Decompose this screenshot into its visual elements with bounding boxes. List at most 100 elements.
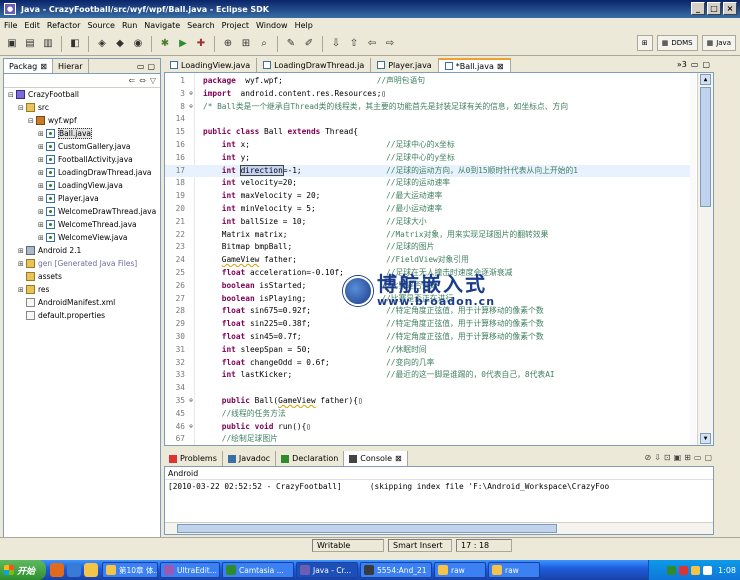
menu-window[interactable]: Window xyxy=(256,21,288,30)
tree-item[interactable]: ⊟ CrazyFootball xyxy=(4,88,160,101)
tree-item[interactable]: ⊞ WelcomeThread.java xyxy=(4,218,160,231)
editor-vertical-scrollbar[interactable]: ▲ ▼ xyxy=(697,73,713,445)
taskbar-task[interactable]: UltraEdit... xyxy=(160,562,220,578)
perspective-ddms[interactable]: ▦ DDMS xyxy=(656,35,698,51)
close-icon[interactable]: ⊠ xyxy=(40,62,47,71)
display-console-icon[interactable]: ▣ xyxy=(674,453,682,462)
expand-toggle-icon[interactable]: ⊞ xyxy=(18,247,26,255)
maximize-view-icon[interactable]: ▢ xyxy=(147,62,155,71)
taskbar-task[interactable]: 5554:And_21 xyxy=(360,562,432,578)
maximize-editor-icon[interactable]: ▢ xyxy=(702,60,710,69)
link-editor-icon[interactable]: ⇔ xyxy=(139,76,146,85)
expand-toggle-icon[interactable]: ⊞ xyxy=(38,221,46,229)
taskbar-task[interactable]: raw xyxy=(488,562,540,578)
start-button[interactable]: 开始 xyxy=(0,560,46,580)
menu-file[interactable]: File xyxy=(4,21,17,30)
console-scroll-thumb[interactable] xyxy=(177,524,557,533)
back-icon[interactable]: ⇦ xyxy=(364,36,380,52)
editor-overflow[interactable]: »3 xyxy=(677,60,687,69)
menu-run[interactable]: Run xyxy=(122,21,137,30)
debug-icon[interactable]: ✱ xyxy=(157,36,173,52)
next-annotation-icon[interactable]: ⇩ xyxy=(328,36,344,52)
expand-toggle-icon[interactable]: ⊞ xyxy=(38,182,46,190)
tree-item[interactable]: ⊞ Android 2.1 xyxy=(4,244,160,257)
external-tools-icon[interactable]: ✚ xyxy=(193,36,209,52)
tray-icon-3[interactable] xyxy=(691,565,701,575)
scroll-down-arrow-icon[interactable]: ▼ xyxy=(700,433,711,444)
code-editor[interactable]: 1 package wyf.wpf; //声明包语句 3 ⊕ import androi… xyxy=(164,73,714,446)
menu-edit[interactable]: Edit xyxy=(24,21,40,30)
tab-console[interactable]: Console ⊠ xyxy=(344,451,408,466)
mark-occurrences-icon[interactable]: ✐ xyxy=(301,36,317,52)
tree-item[interactable]: assets xyxy=(4,270,160,283)
minimize-view-icon[interactable]: ▭ xyxy=(137,62,145,71)
fold-toggle-icon[interactable]: ⊕ xyxy=(185,421,197,434)
tree-item[interactable]: ⊞ WelcomeView.java xyxy=(4,231,160,244)
taskbar-task[interactable]: 第10章 体... xyxy=(102,562,158,578)
ie-icon[interactable] xyxy=(67,563,81,577)
run-icon[interactable]: ▶ xyxy=(175,36,191,52)
forward-icon[interactable]: ⇨ xyxy=(382,36,398,52)
taskbar-task[interactable]: Java - Cr... xyxy=(296,562,358,578)
tree-item[interactable]: ⊞ LoadingDrawThread.java xyxy=(4,166,160,179)
menu-project[interactable]: Project xyxy=(222,21,249,30)
editor-tab[interactable]: LoadingDrawThread.ja xyxy=(257,58,372,72)
tab-package-explorer[interactable]: Packag ⊠ xyxy=(4,59,53,73)
open-task-icon[interactable]: ✎ xyxy=(283,36,299,52)
new-java-class-icon[interactable]: ⊕ xyxy=(220,36,236,52)
tree-item[interactable]: ⊞ FootballActivity.java xyxy=(4,153,160,166)
tree-item[interactable]: ⊞ gen [Generated Java Files] xyxy=(4,257,160,270)
scroll-thumb[interactable] xyxy=(700,87,711,207)
expand-toggle-icon[interactable]: ⊟ xyxy=(8,91,16,99)
minimize-button[interactable]: _ xyxy=(691,2,705,15)
search-icon[interactable]: ⌕ xyxy=(256,36,272,52)
expand-toggle-icon[interactable]: ⊞ xyxy=(38,195,46,203)
menu-help[interactable]: Help xyxy=(295,21,313,30)
new-package-icon[interactable]: ◆ xyxy=(112,36,128,52)
console-horizontal-scrollbar[interactable] xyxy=(165,522,713,534)
tree-item[interactable]: AndroidManifest.xml xyxy=(4,296,160,309)
view-menu-icon[interactable]: ▽ xyxy=(150,76,156,85)
tree-item[interactable]: ⊞ Ball.java xyxy=(4,127,160,140)
new-java-project-icon[interactable]: ◈ xyxy=(94,36,110,52)
expand-toggle-icon[interactable]: ⊞ xyxy=(18,286,26,294)
editor-tab[interactable]: *Ball.java ⊠ xyxy=(438,58,511,72)
expand-toggle-icon[interactable]: ⊟ xyxy=(28,117,36,125)
tree-item[interactable]: ⊞ LoadingView.java xyxy=(4,179,160,192)
tab-declaration[interactable]: Declaration xyxy=(276,451,345,466)
clear-console-icon[interactable]: ⊘ xyxy=(645,453,652,462)
folder-icon[interactable] xyxy=(84,563,98,577)
maximize-panel-icon[interactable]: ▢ xyxy=(704,453,712,462)
new-icon[interactable]: ▣ xyxy=(4,36,20,52)
expand-toggle-icon[interactable]: ⊞ xyxy=(38,156,46,164)
new-class-icon[interactable]: ◉ xyxy=(130,36,146,52)
open-type-icon[interactable]: ⊞ xyxy=(238,36,254,52)
tab-javadoc[interactable]: Javadoc xyxy=(223,451,277,466)
expand-toggle-icon[interactable]: ⊞ xyxy=(38,130,46,138)
pin-console-icon[interactable]: ⊡ xyxy=(664,453,671,462)
expand-toggle-icon[interactable]: ⊞ xyxy=(18,260,26,268)
save-icon[interactable]: ▤ xyxy=(22,36,38,52)
tree-item[interactable]: ⊟ src xyxy=(4,101,160,114)
tree-item[interactable]: ⊞ CustomGallery.java xyxy=(4,140,160,153)
tree-item[interactable]: ⊟ wyf.wpf xyxy=(4,114,160,127)
previous-annotation-icon[interactable]: ⇧ xyxy=(346,36,362,52)
close-tab-icon[interactable]: ⊠ xyxy=(395,454,402,463)
expand-toggle-icon[interactable]: ⊞ xyxy=(38,208,46,216)
tree-item[interactable]: ⊞ res xyxy=(4,283,160,296)
tray-icon-4[interactable] xyxy=(703,565,713,575)
scroll-up-arrow-icon[interactable]: ▲ xyxy=(700,74,711,85)
collapse-all-icon[interactable]: ⇐ xyxy=(128,76,135,85)
close-tab-icon[interactable]: ⊠ xyxy=(497,62,504,71)
open-perspective-button[interactable]: ⊞ xyxy=(636,35,653,51)
tree-item[interactable]: ⊞ WelcomeDrawThread.java xyxy=(4,205,160,218)
menu-search[interactable]: Search xyxy=(187,21,214,30)
tree-item[interactable]: ⊞ Player.java xyxy=(4,192,160,205)
fold-toggle-icon[interactable]: ⊕ xyxy=(185,395,197,408)
fold-toggle-icon[interactable]: ⊕ xyxy=(185,88,197,101)
android-sdk-icon[interactable]: ◧ xyxy=(67,36,83,52)
taskbar-task[interactable]: raw xyxy=(434,562,486,578)
editor-tab[interactable]: LoadingView.java xyxy=(164,58,258,72)
perspective-java[interactable]: ▦ Java xyxy=(701,35,736,51)
menu-source[interactable]: Source xyxy=(87,21,114,30)
